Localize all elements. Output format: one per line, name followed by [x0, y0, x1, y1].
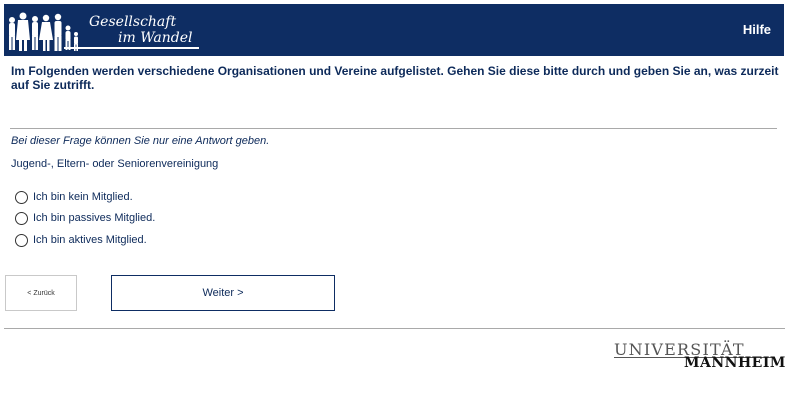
logo-underline: [64, 47, 199, 49]
footer-divider: [4, 328, 785, 329]
option-label: Ich bin aktives Mitglied.: [33, 234, 147, 246]
radio-button[interactable]: [15, 211, 28, 225]
question-intro: Im Folgenden werden verschiedene Organis…: [11, 64, 779, 92]
radio-button[interactable]: [15, 233, 28, 247]
question-item-label: Jugend-, Eltern- oder Seniorenvereinigun…: [11, 158, 219, 170]
divider: [10, 128, 777, 129]
survey-logo: Gesellschaft im Wandel: [4, 4, 204, 56]
next-button[interactable]: Weiter >: [111, 275, 335, 311]
option-aktives-mitglied[interactable]: Ich bin aktives Mitglied.: [15, 233, 215, 247]
back-button[interactable]: < Zurück: [5, 275, 77, 311]
option-label: Ich bin passives Mitglied.: [33, 212, 156, 224]
uni-logo-line2: MANNHEIM: [684, 355, 786, 371]
logo-line1: Gesellschaft: [89, 14, 177, 30]
radio-button[interactable]: [15, 190, 28, 204]
option-label: Ich bin kein Mitglied.: [33, 191, 133, 203]
help-link[interactable]: Hilfe: [743, 22, 771, 37]
header-bar: Gesellschaft im Wandel Hilfe: [4, 4, 784, 56]
university-logo: UNIVERSITÄT MANNHEIM: [614, 340, 785, 372]
question-hint: Bei dieser Frage können Sie nur eine Ant…: [11, 135, 270, 147]
option-passives-mitglied[interactable]: Ich bin passives Mitglied.: [15, 211, 215, 225]
option-kein-mitglied[interactable]: Ich bin kein Mitglied.: [15, 190, 215, 204]
logo-line2: im Wandel: [118, 30, 193, 46]
logo-text: Gesellschaft im Wandel: [89, 14, 192, 46]
